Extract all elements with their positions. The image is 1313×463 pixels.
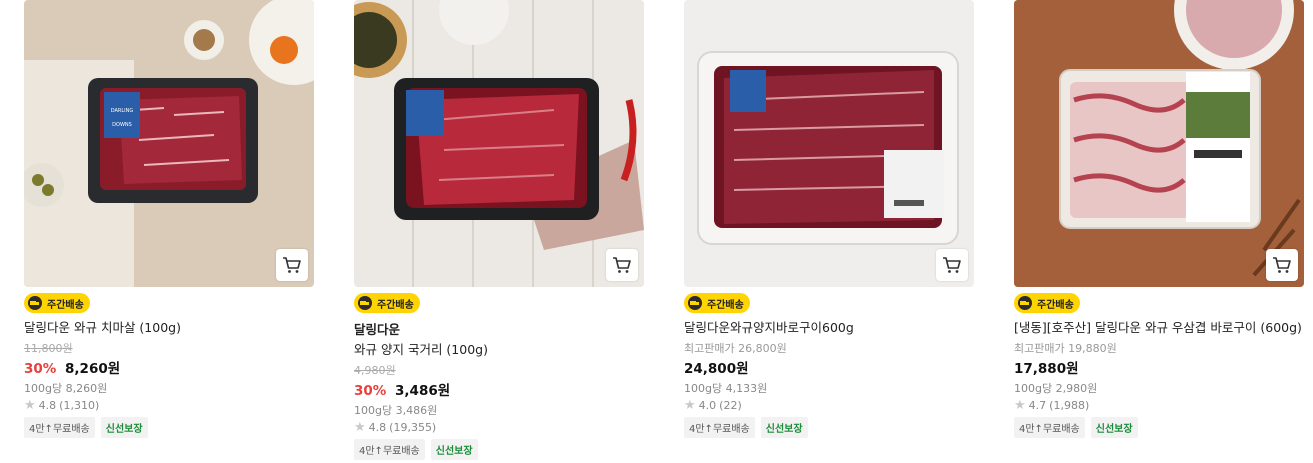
cart-icon (943, 257, 961, 273)
truck-icon (688, 296, 702, 310)
discount-rate: 30% (24, 361, 57, 377)
truck-icon (28, 296, 42, 310)
rating: ★ 4.8 (1,310) (24, 399, 314, 412)
sale-price: 8,260원 (65, 361, 121, 377)
add-to-cart-button[interactable] (276, 249, 308, 281)
truck-icon (358, 296, 372, 310)
product-grid: DARLING DOWNS 주간배송 달링다운 와규 치마살 (100g) 11… (0, 0, 1313, 463)
free-shipping-tag: 4만↑무료배송 (24, 417, 95, 438)
review-count: (1,310) (59, 399, 100, 412)
tag-list: 4만↑무료배송 신선보장 (24, 417, 314, 438)
unit-price: 100g당 3,486원 (354, 404, 438, 417)
review-count: (1,988) (1049, 399, 1090, 412)
free-shipping-tag: 4만↑무료배송 (354, 439, 425, 460)
product-image[interactable]: DARLING DOWNS (24, 0, 314, 287)
truck-icon (1018, 296, 1032, 310)
add-to-cart-button[interactable] (1266, 249, 1298, 281)
reference-price: 최고판매가 26,800원 (684, 342, 787, 355)
price-row: 17,880원 (1014, 357, 1304, 377)
weekly-delivery-badge: 주간배송 (354, 293, 420, 313)
rating-score: 4.8 (38, 399, 57, 412)
product-image[interactable] (1014, 0, 1304, 287)
cart-icon (613, 257, 631, 273)
review-count: (22) (719, 399, 742, 412)
star-icon: ★ (24, 398, 36, 413)
product-card[interactable]: 주간배송 달링다운와규양지바로구이600g 최고판매가 26,800원 24,8… (684, 0, 974, 438)
product-image[interactable] (684, 0, 974, 287)
product-card[interactable]: DARLING DOWNS 주간배송 달링다운 와규 치마살 (100g) 11… (24, 0, 314, 438)
product-title[interactable]: 달링다운와규양지바로구이600g (684, 319, 974, 336)
price-row: 30% 8,260원 (24, 357, 314, 377)
discount-rate: 30% (354, 383, 387, 399)
tag-list: 4만↑무료배송 신선보장 (1014, 417, 1304, 438)
unit-price: 100g당 4,133원 (684, 382, 768, 395)
tag-list: 4만↑무료배송 신선보장 (354, 439, 644, 460)
product-card[interactable]: 주간배송 [냉동][호주산] 달링다운 와규 우삼겹 바로구이 (600g) 최… (1014, 0, 1304, 438)
tag-list: 4만↑무료배송 신선보장 (684, 417, 974, 438)
free-shipping-tag: 4만↑무료배송 (1014, 417, 1085, 438)
rating-score: 4.7 (1028, 399, 1047, 412)
price-row: 24,800원 (684, 357, 974, 377)
freshness-tag: 신선보장 (100, 417, 148, 438)
rating: ★ 4.7 (1,988) (1014, 399, 1304, 412)
sale-price: 24,800원 (684, 361, 749, 377)
svg-text:DARLING: DARLING (111, 108, 134, 114)
weekly-delivery-badge: 주간배송 (684, 293, 750, 313)
star-icon: ★ (684, 398, 696, 413)
unit-price: 100g당 8,260원 (24, 382, 108, 395)
rating-score: 4.8 (368, 421, 387, 434)
original-price: 11,800원 (24, 342, 73, 355)
star-icon: ★ (1014, 398, 1026, 413)
freshness-tag: 신선보장 (430, 439, 478, 460)
free-shipping-tag: 4만↑무료배송 (684, 417, 755, 438)
cart-icon (1273, 257, 1291, 273)
review-count: (19,355) (389, 421, 437, 434)
rating: ★ 4.0 (22) (684, 399, 974, 412)
product-image[interactable] (354, 0, 644, 287)
rating-score: 4.0 (698, 399, 717, 412)
product-card[interactable]: 주간배송 달링다운 와규 양지 국거리 (100g) 4,980원 30% 3,… (354, 0, 644, 460)
reference-price: 최고판매가 19,880원 (1014, 342, 1117, 355)
freshness-tag: 신선보장 (760, 417, 808, 438)
sale-price: 17,880원 (1014, 361, 1079, 377)
unit-price: 100g당 2,980원 (1014, 382, 1098, 395)
add-to-cart-button[interactable] (936, 249, 968, 281)
svg-text:DOWNS: DOWNS (112, 122, 132, 128)
original-price: 4,980원 (354, 364, 396, 377)
weekly-delivery-badge: 주간배송 (1014, 293, 1080, 313)
freshness-tag: 신선보장 (1090, 417, 1138, 438)
rating: ★ 4.8 (19,355) (354, 421, 644, 434)
product-title[interactable]: 달링다운 와규 치마살 (100g) (24, 319, 314, 336)
brand-name[interactable]: 달링다운 (354, 319, 644, 338)
sale-price: 3,486원 (395, 383, 451, 399)
product-title[interactable]: [냉동][호주산] 달링다운 와규 우삼겹 바로구이 (600g) (1014, 319, 1304, 336)
cart-icon (283, 257, 301, 273)
price-row: 30% 3,486원 (354, 379, 644, 399)
add-to-cart-button[interactable] (606, 249, 638, 281)
star-icon: ★ (354, 420, 366, 435)
weekly-delivery-badge: 주간배송 (24, 293, 90, 313)
product-title[interactable]: 와규 양지 국거리 (100g) (354, 341, 644, 358)
